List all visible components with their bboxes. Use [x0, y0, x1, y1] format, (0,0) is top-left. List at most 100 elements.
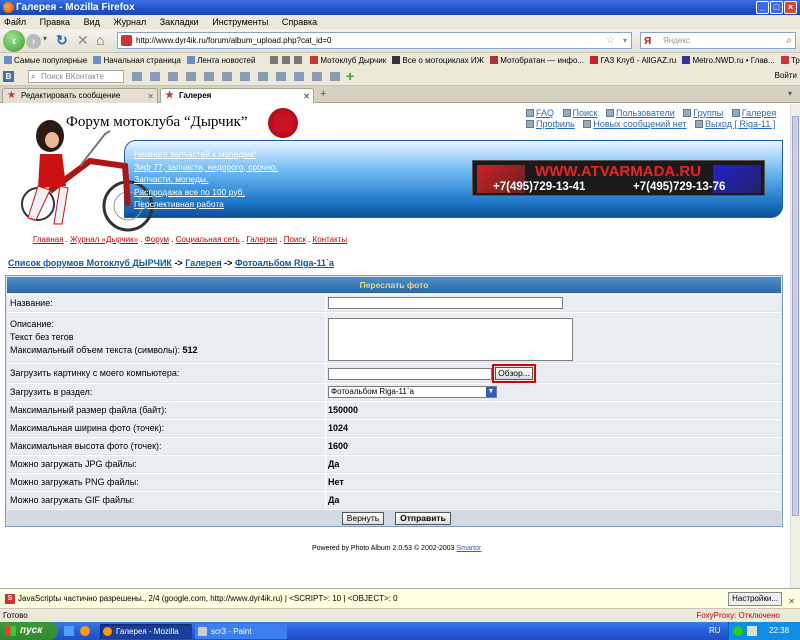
nav-gallery[interactable]: Галерея [246, 235, 277, 244]
quicklaunch-icon[interactable] [64, 626, 74, 636]
back-arrow-icon[interactable]: ‹ [3, 30, 25, 52]
reset-button[interactable]: Вернуть [342, 512, 384, 525]
taskbar-item-firefox[interactable]: Галерея - Mozilla Fire... [100, 624, 192, 639]
start-button[interactable]: пуск [0, 622, 58, 640]
vk-tool-icon[interactable] [276, 72, 286, 81]
plus-icon[interactable]: + [346, 68, 354, 84]
url-dropdown-icon[interactable]: ▾ [623, 33, 627, 48]
vk-tool-icon[interactable] [240, 72, 250, 81]
vk-tool-icon[interactable] [312, 72, 322, 81]
address-bar[interactable]: http://www.dyr4ik.ru/forum/album_upload.… [117, 32, 632, 49]
bookmark-item[interactable]: Начальная страница [93, 53, 181, 68]
banner-link[interactable]: Запчасти, мопеды. [134, 173, 278, 186]
menu-view[interactable]: Вид [84, 17, 100, 27]
taskbar-item-paint[interactable]: scr3 - Paint [195, 624, 287, 639]
browse-button[interactable]: Обзор... [495, 367, 533, 380]
home-icon[interactable]: ⌂ [96, 32, 104, 48]
link-groups[interactable]: Группы [693, 108, 723, 118]
vk-tool-icon[interactable] [132, 72, 142, 81]
close-tab-icon[interactable]: ✕ [147, 90, 154, 104]
bookmark-item[interactable]: Мотоклуб Дырчик [310, 53, 386, 68]
breadcrumb-gallery[interactable]: Галерея [185, 258, 221, 268]
bookmark-item[interactable]: ГАЗ Клуб - AllGAZ.ru [590, 53, 676, 68]
bookmark-item[interactable]: Самые популярные [4, 53, 87, 68]
tab-gallery[interactable]: ★ Галерея ✕ [160, 88, 314, 103]
nav-search[interactable]: Поиск [284, 235, 306, 244]
menu-bookmarks[interactable]: Закладки [160, 17, 199, 27]
maximize-button[interactable]: □ [770, 1, 783, 14]
footer-link-smartor[interactable]: Smartor [457, 545, 482, 552]
vk-icon[interactable]: В [3, 71, 14, 82]
bookmark-item[interactable]: Все о мотоциклах ИЖ [392, 53, 484, 68]
menu-history[interactable]: Журнал [113, 17, 146, 27]
forward-arrow-icon[interactable]: › [26, 34, 41, 49]
tray-icon[interactable] [733, 626, 743, 636]
link-logout[interactable]: Выход [ Riga-11 ] [705, 119, 775, 129]
language-indicator[interactable]: RU [709, 622, 721, 640]
bookmark-item[interactable]: Мотобратан — инфо... [490, 53, 584, 68]
bookmark-item[interactable]: Metro.NWD.ru • Глав... [682, 53, 775, 68]
reload-icon[interactable]: ↻ [56, 32, 68, 49]
title-input[interactable] [328, 297, 563, 309]
breadcrumb-album[interactable]: Фотоальбом Riga-11`a [235, 258, 334, 268]
vk-tool-icon[interactable] [294, 72, 304, 81]
menu-tools[interactable]: Инструменты [212, 17, 268, 27]
vk-login-link[interactable]: Войти [775, 71, 797, 80]
tab-edit-message[interactable]: ★ Редактировать сообщение ✕ [2, 88, 158, 103]
close-button[interactable]: × [784, 1, 797, 14]
stop-icon[interactable]: ✕ [77, 32, 89, 49]
menu-file[interactable]: Файл [4, 17, 26, 27]
advertisement-banner[interactable]: WWW.ATVARMADA.RU +7(495)729-13-41 +7(495… [472, 160, 765, 196]
bookmark-star-icon[interactable]: ☆ [606, 33, 615, 48]
link-new-messages[interactable]: Новых сообщений нет [593, 119, 686, 129]
banner-link[interactable]: Зиф 77, запчасти, недорого, срочно. [134, 161, 278, 174]
nav-forum[interactable]: Форум [145, 235, 169, 244]
close-tab-icon[interactable]: ✕ [303, 90, 310, 104]
breadcrumb-forum-list[interactable]: Список форумов Мотоклуб ДЫРЧИК [8, 258, 172, 268]
nav-social[interactable]: Социальная сеть [176, 235, 240, 244]
nav-journal[interactable]: Журнал «Дырчик» [70, 235, 138, 244]
vk-tool-icon[interactable] [150, 72, 160, 81]
nav-home[interactable]: Главная [33, 235, 63, 244]
new-tab-icon[interactable]: + [320, 88, 326, 100]
foxyproxy-status[interactable]: FoxyProxy: Отключено [696, 609, 780, 623]
file-path-input[interactable] [328, 368, 492, 380]
section-select[interactable]: Фотоальбом Riga-11`a ▼ [328, 386, 497, 398]
vk-tool-icon[interactable] [258, 72, 268, 81]
menu-help[interactable]: Справка [282, 17, 317, 27]
quicklaunch-icon[interactable] [80, 626, 90, 636]
search-box[interactable]: Я Яндекс ⌕ [640, 32, 796, 49]
vk-tool-icon[interactable] [168, 72, 178, 81]
chevron-down-icon[interactable]: ▼ [486, 387, 496, 397]
link-faq[interactable]: FAQ [536, 108, 554, 118]
submit-button[interactable]: Отправить [395, 512, 451, 525]
scrollbar-thumb[interactable] [792, 116, 799, 516]
nav-contacts[interactable]: Контакты [313, 235, 348, 244]
vk-tool-icon[interactable] [186, 72, 196, 81]
vk-tool-icon[interactable] [330, 72, 340, 81]
link-search[interactable]: Поиск [573, 108, 598, 118]
bookmark-item[interactable]: Лента новостей [187, 53, 255, 68]
page-scrollbar[interactable] [790, 104, 800, 588]
banner-link[interactable]: Немного запчастей к мопедам! [134, 148, 278, 161]
vk-tool-icon[interactable] [204, 72, 214, 81]
vk-search-input[interactable]: ⌕ Поиск ВКонтакте [28, 70, 124, 83]
link-users[interactable]: Пользователи [616, 108, 675, 118]
banner-link[interactable]: Перспективная работа [134, 198, 278, 211]
tab-list-icon[interactable]: ▾ [788, 89, 792, 98]
search-icon[interactable]: ⌕ [786, 33, 792, 48]
tool-icon[interactable] [281, 56, 290, 64]
link-gallery[interactable]: Галерея [742, 108, 777, 118]
bookmark-item[interactable]: Транспорт в России | [780, 53, 800, 68]
tray-icon[interactable] [747, 626, 757, 636]
link-profile[interactable]: Профиль [536, 119, 575, 129]
vk-tool-icon[interactable] [222, 72, 232, 81]
banner-link[interactable]: Распродажа все по 100 руб. [134, 186, 278, 199]
description-textarea[interactable] [328, 318, 573, 361]
minimize-button[interactable]: _ [756, 1, 769, 14]
print-icon[interactable] [269, 56, 278, 64]
history-dropdown-icon[interactable]: ▾ [43, 34, 47, 43]
noscript-settings-button[interactable]: Настройки... [728, 592, 782, 606]
menu-edit[interactable]: Правка [40, 17, 70, 27]
tool-icon[interactable] [294, 56, 303, 64]
